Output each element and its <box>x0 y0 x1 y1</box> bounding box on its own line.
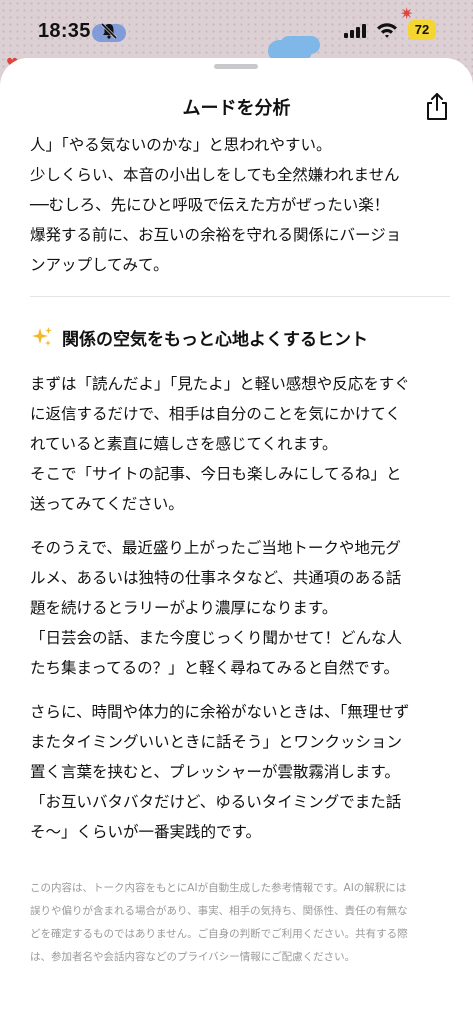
sheet-title: ムードを分析 <box>182 98 291 119</box>
ai-disclaimer: この内容は、トーク内容をもとにAIが自動生成した参考情報です。AIの解釈には 誤… <box>30 882 408 963</box>
hint-paragraph: そのうえで、最近盛り上がったご当地トークや地元グ ルメ、あるいは独特の仕事ネタな… <box>30 539 403 677</box>
wifi-icon <box>377 23 397 38</box>
section-divider <box>30 296 450 297</box>
bell-slash-icon <box>100 22 118 40</box>
mood-analysis-sheet: ムードを分析 人」「やる気ないのかな」と思われやすい。 少しくらい、本音の小出し… <box>0 58 473 1024</box>
signal-icon <box>344 24 366 38</box>
analysis-content: 人」「やる気ないのかな」と思われやすい。 少しくらい、本音の小出しをしても全然嫌… <box>30 130 450 969</box>
battery-indicator: 72 <box>408 20 436 40</box>
hint-section-title: 関係の空気をもっと心地よくするヒント <box>30 323 450 351</box>
share-icon[interactable] <box>424 92 450 122</box>
status-time: 18:35 <box>38 20 91 42</box>
hint-paragraph: さらに、時間や体力的に余裕がないときは、「無理せず またタイミングいいときに話そ… <box>30 703 410 841</box>
sparkles-icon <box>32 327 52 346</box>
intro-paragraph: 人」「やる気ないのかな」と思われやすい。 少しくらい、本音の小出しをしても全然嫌… <box>30 136 402 274</box>
hint-paragraph: まずは「読んだよ」「見たよ」と軽い感想や反応をすぐ に返信するだけで、相手は自分… <box>30 375 410 513</box>
sheet-grabber[interactable] <box>214 64 258 69</box>
status-bar: 18:35 72 <box>0 0 473 60</box>
hint-title-text: 関係の空気をもっと心地よくするヒント <box>62 329 368 350</box>
